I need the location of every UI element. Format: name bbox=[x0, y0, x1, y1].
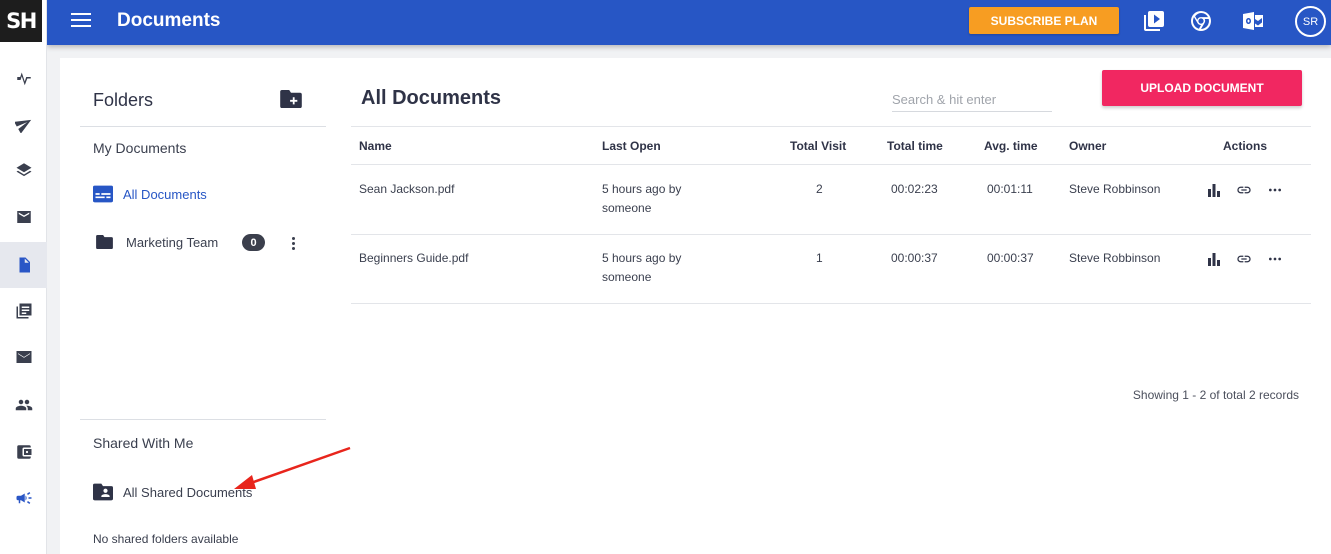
shared-divider bbox=[80, 419, 326, 420]
last-open-line-2: someone bbox=[602, 201, 652, 215]
subscribe-plan-button[interactable]: SUBSCRIBE PLAN bbox=[969, 7, 1119, 34]
all-documents-label: All Documents bbox=[123, 186, 207, 202]
content-card: Folders My Documents All Documents Marke… bbox=[60, 58, 1331, 554]
column-header-total-visit[interactable]: Total Visit bbox=[790, 139, 846, 153]
my-documents-title: My Documents bbox=[93, 140, 187, 156]
link-icon[interactable] bbox=[1236, 251, 1252, 267]
subtitles-icon bbox=[93, 185, 113, 203]
shared-folder-icon bbox=[93, 483, 113, 501]
column-header-actions: Actions bbox=[1223, 139, 1268, 153]
cell-total-visit: 2 bbox=[816, 182, 823, 196]
link-icon[interactable] bbox=[1236, 182, 1252, 198]
youtube-icon[interactable] bbox=[1142, 9, 1166, 33]
cell-owner: Steve Robbinson bbox=[1069, 251, 1161, 265]
cell-last-open: 5 hours ago by someone bbox=[602, 180, 681, 218]
cell-avg-time: 00:00:37 bbox=[987, 251, 1034, 265]
column-header-last-open[interactable]: Last Open bbox=[602, 139, 661, 153]
column-header-name[interactable]: Name bbox=[359, 139, 392, 153]
megaphone-icon[interactable] bbox=[0, 475, 47, 521]
cell-total-time: 00:00:37 bbox=[891, 251, 938, 265]
folder-icon bbox=[96, 235, 113, 249]
email-icon[interactable] bbox=[0, 334, 47, 380]
folders-title: Folders bbox=[93, 90, 154, 110]
chrome-icon[interactable] bbox=[1189, 9, 1213, 33]
column-header-total-time[interactable]: Total time bbox=[887, 139, 943, 153]
mail-icon[interactable] bbox=[0, 194, 47, 240]
table-row[interactable]: Beginners Guide.pdf 5 hours ago by someo… bbox=[351, 234, 1311, 304]
all-shared-documents-label: All Shared Documents bbox=[123, 484, 253, 500]
column-header-avg-time[interactable]: Avg. time bbox=[984, 139, 1038, 153]
last-open-line-1: 5 hours ago by bbox=[602, 182, 682, 196]
all-shared-documents-item[interactable]: All Shared Documents bbox=[93, 480, 252, 504]
last-open-line-1: 5 hours ago by bbox=[602, 251, 682, 265]
cell-total-visit: 1 bbox=[816, 251, 823, 265]
shared-with-me-title: Shared With Me bbox=[93, 435, 194, 451]
last-open-line-2: someone bbox=[602, 270, 652, 284]
send-icon[interactable] bbox=[0, 101, 47, 147]
records-count-text: Showing 1 - 2 of total 2 records bbox=[1132, 388, 1299, 402]
cell-last-open: 5 hours ago by someone bbox=[602, 249, 681, 287]
table-row[interactable]: Sean Jackson.pdf 5 hours ago by someone … bbox=[351, 165, 1311, 235]
new-folder-icon[interactable] bbox=[280, 90, 302, 108]
outlook-icon[interactable] bbox=[1241, 9, 1265, 33]
documents-heading: All Documents bbox=[361, 87, 502, 109]
cell-avg-time: 00:01:11 bbox=[987, 182, 1033, 196]
more-horiz-icon[interactable] bbox=[1267, 182, 1283, 198]
folder-item-marketing-team[interactable]: Marketing Team bbox=[96, 230, 218, 254]
folder-count-badge: 0 bbox=[242, 234, 265, 251]
table-header: Name Last Open Total Visit Total time Av… bbox=[351, 126, 1311, 165]
analytics-icon[interactable] bbox=[1206, 182, 1222, 198]
left-rail: SH bbox=[0, 0, 47, 554]
page-title: Documents bbox=[117, 10, 221, 31]
more-horiz-icon[interactable] bbox=[1267, 251, 1283, 267]
cell-owner: Steve Robbinson bbox=[1069, 182, 1161, 196]
upload-document-button[interactable]: UPLOAD DOCUMENT bbox=[1102, 70, 1302, 106]
document-icon[interactable] bbox=[0, 242, 47, 288]
column-header-owner[interactable]: Owner bbox=[1069, 139, 1106, 153]
hamburger-menu-icon[interactable] bbox=[71, 13, 91, 31]
activity-icon[interactable] bbox=[0, 54, 47, 100]
app-logo[interactable]: SH bbox=[0, 0, 42, 42]
search-input[interactable] bbox=[892, 88, 1052, 112]
library-icon[interactable] bbox=[0, 288, 47, 334]
cell-name[interactable]: Sean Jackson.pdf bbox=[359, 180, 454, 199]
all-documents-item[interactable]: All Documents bbox=[93, 182, 207, 206]
people-icon[interactable] bbox=[0, 382, 47, 428]
folder-label: Marketing Team bbox=[126, 234, 219, 250]
wallet-icon[interactable] bbox=[0, 429, 47, 475]
more-vert-icon[interactable] bbox=[288, 234, 298, 252]
folders-divider bbox=[80, 126, 326, 127]
analytics-icon[interactable] bbox=[1206, 251, 1222, 267]
no-shared-folders-text: No shared folders available bbox=[93, 532, 239, 546]
cell-name[interactable]: Beginners Guide.pdf bbox=[359, 249, 468, 268]
cell-total-time: 00:02:23 bbox=[891, 182, 938, 196]
layers-icon[interactable] bbox=[0, 147, 47, 193]
top-bar: Documents SUBSCRIBE PLAN SR bbox=[47, 0, 1331, 45]
user-avatar[interactable]: SR bbox=[1295, 6, 1326, 37]
